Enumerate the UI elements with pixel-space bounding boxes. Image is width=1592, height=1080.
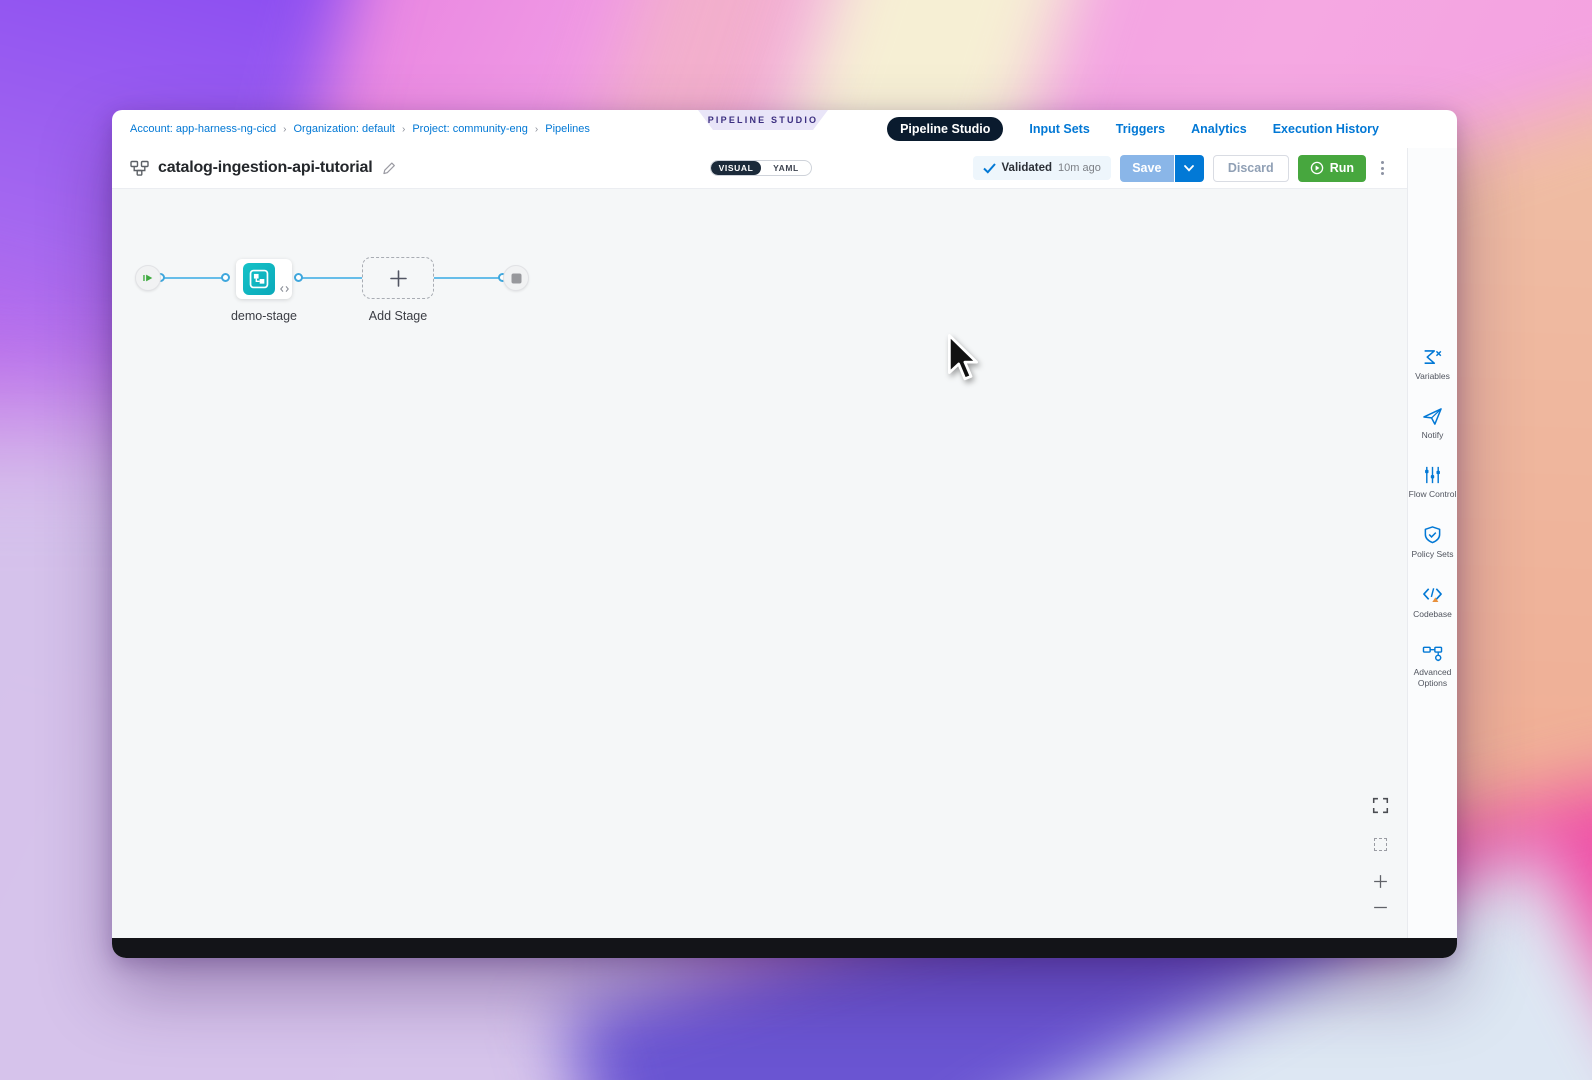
header-nav-tabs: Pipeline Studio Input Sets Triggers Anal… <box>887 110 1379 148</box>
toggle-visual[interactable]: VISUAL <box>711 161 761 175</box>
stop-icon <box>511 273 522 284</box>
tab-pipeline-studio[interactable]: Pipeline Studio <box>887 117 1003 141</box>
stage-node-demo-stage[interactable] <box>236 259 292 299</box>
pipeline-start-node <box>135 265 161 291</box>
canvas-controls <box>1369 794 1391 918</box>
sidebar-item-advanced-options[interactable]: Advanced Options <box>1409 644 1457 688</box>
flow-control-sliders-icon <box>1423 465 1442 485</box>
sidebar-item-label: Policy Sets <box>1411 549 1453 560</box>
paper-plane-icon <box>1422 407 1443 426</box>
save-button[interactable]: Save <box>1120 155 1174 182</box>
link-point <box>221 273 230 282</box>
breadcrumb: Account: app-harness-ng-cicd › Organizat… <box>130 123 590 135</box>
pipeline-graph-icon <box>130 160 149 177</box>
pipeline-studio-window: Account: app-harness-ng-cicd › Organizat… <box>112 110 1457 958</box>
sidebar-item-label: Notify <box>1422 430 1444 441</box>
codebase-icon <box>1422 585 1443 605</box>
toggle-yaml[interactable]: YAML <box>761 161 811 175</box>
sidebar-item-label: Variables <box>1415 371 1450 382</box>
breadcrumb-project[interactable]: Project: community-eng <box>412 123 528 135</box>
edge-start-to-stage <box>160 277 225 279</box>
more-options-menu[interactable] <box>1375 157 1390 179</box>
edit-pencil-icon[interactable] <box>381 161 396 176</box>
sidebar-item-policy-sets[interactable]: Policy Sets <box>1409 525 1457 560</box>
advanced-options-icon <box>1422 644 1443 663</box>
toolbar-actions: Validated 10m ago Save Discard <box>973 154 1390 182</box>
save-split-button: Save <box>1120 155 1204 182</box>
sigma-icon <box>1422 348 1443 367</box>
stage-node-label: demo-stage <box>204 309 324 323</box>
validated-time: 10m ago <box>1058 162 1101 174</box>
pipeline-toolbar: catalog-ingestion-api-tutorial VISUAL YA… <box>112 148 1407 188</box>
main-column: catalog-ingestion-api-tutorial VISUAL YA… <box>112 148 1407 938</box>
run-label: Run <box>1330 161 1354 175</box>
zoom-out-icon <box>1372 899 1389 916</box>
sidebar-item-flow-control[interactable]: Flow Control <box>1409 465 1457 500</box>
zoom-in-button[interactable] <box>1369 870 1391 892</box>
chevron-down-icon <box>1184 165 1194 172</box>
sidebar-item-label: Advanced Options <box>1409 667 1457 688</box>
fit-view-button[interactable] <box>1369 833 1391 855</box>
tab-triggers[interactable]: Triggers <box>1116 122 1165 136</box>
play-icon <box>142 272 154 284</box>
tab-execution-history[interactable]: Execution History <box>1273 122 1379 136</box>
edge-add-to-end <box>434 277 502 279</box>
fullscreen-icon <box>1372 797 1389 814</box>
fit-view-icon <box>1374 838 1387 851</box>
pipeline-title-group: catalog-ingestion-api-tutorial <box>130 159 396 177</box>
run-play-icon <box>1310 161 1324 175</box>
tab-input-sets[interactable]: Input Sets <box>1029 122 1089 136</box>
save-dropdown-button[interactable] <box>1175 155 1204 182</box>
breadcrumb-pipelines[interactable]: Pipelines <box>545 123 590 135</box>
sidebar-item-codebase[interactable]: Codebase <box>1409 585 1457 620</box>
breadcrumb-account[interactable]: Account: app-harness-ng-cicd <box>130 123 276 135</box>
window-top-bar: Account: app-harness-ng-cicd › Organizat… <box>112 110 1457 148</box>
validated-label: Validated <box>1002 162 1053 174</box>
check-icon <box>983 163 996 174</box>
shield-check-icon <box>1423 525 1442 545</box>
breadcrumb-separator: › <box>283 124 286 135</box>
sidebar-item-variables[interactable]: Variables <box>1409 348 1457 382</box>
window-bottom-bar <box>112 938 1457 958</box>
zoom-out-button[interactable] <box>1369 896 1391 918</box>
visual-yaml-toggle: VISUAL YAML <box>710 160 812 176</box>
edge-stage-to-add <box>298 277 362 279</box>
zoom-in-icon <box>1372 873 1389 890</box>
validated-status-badge: Validated 10m ago <box>973 156 1111 180</box>
tab-analytics[interactable]: Analytics <box>1191 122 1247 136</box>
pipeline-canvas[interactable]: demo-stage Add Stage <box>112 188 1407 938</box>
stage-code-badge-icon <box>280 285 289 293</box>
discard-button[interactable]: Discard <box>1213 155 1289 182</box>
add-stage-node[interactable] <box>362 257 434 299</box>
pipeline-studio-badge: PIPELINE STUDIO <box>698 110 828 130</box>
run-button[interactable]: Run <box>1298 155 1366 182</box>
plus-icon <box>389 269 408 288</box>
page-title: catalog-ingestion-api-tutorial <box>158 159 372 177</box>
sidebar-item-label: Flow Control <box>1409 489 1457 500</box>
link-point <box>294 273 303 282</box>
pipeline-end-node <box>503 265 529 291</box>
sidebar-item-label: Codebase <box>1413 609 1452 620</box>
right-sidebar: Variables Notify Flow Control <box>1407 148 1457 938</box>
fullscreen-button[interactable] <box>1369 794 1391 816</box>
breadcrumb-organization[interactable]: Organization: default <box>293 123 395 135</box>
breadcrumb-separator: › <box>402 124 405 135</box>
sidebar-item-notify[interactable]: Notify <box>1409 407 1457 441</box>
window-body: catalog-ingestion-api-tutorial VISUAL YA… <box>112 148 1457 938</box>
add-stage-label: Add Stage <box>338 309 458 323</box>
custom-stage-icon <box>243 263 275 295</box>
breadcrumb-separator: › <box>535 124 538 135</box>
